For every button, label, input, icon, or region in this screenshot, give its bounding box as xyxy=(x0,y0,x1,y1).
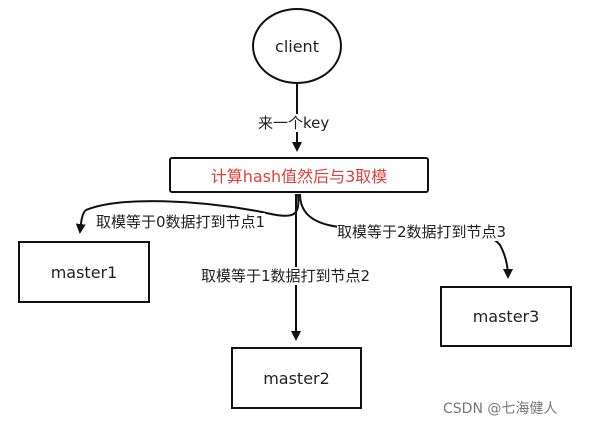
edge-label-key: 来一个key xyxy=(256,114,332,132)
client-node: client xyxy=(252,8,342,84)
master1-label: master1 xyxy=(50,262,118,282)
diagram-canvas: client 计算hash值然后与3取模 master1 master2 mas… xyxy=(0,0,591,425)
master1-node: master1 xyxy=(18,241,150,303)
master2-label: master2 xyxy=(263,368,330,388)
master2-node: master2 xyxy=(231,347,362,409)
master3-label: master3 xyxy=(472,307,540,326)
hash-mod-node: 计算hash值然后与3取模 xyxy=(169,157,429,193)
edge-label-node3: 取模等于2数据打到节点3 xyxy=(337,223,507,241)
client-label: client xyxy=(275,36,319,56)
edge-label-node1: 取模等于0数据打到节点1 xyxy=(96,213,266,231)
master3-node: master3 xyxy=(440,286,572,347)
hash-mod-label: 计算hash值然后与3取模 xyxy=(210,167,388,186)
edge-label-node2: 取模等于1数据打到节点2 xyxy=(201,267,371,285)
csdn-watermark: CSDN @七海健人 xyxy=(443,401,558,417)
